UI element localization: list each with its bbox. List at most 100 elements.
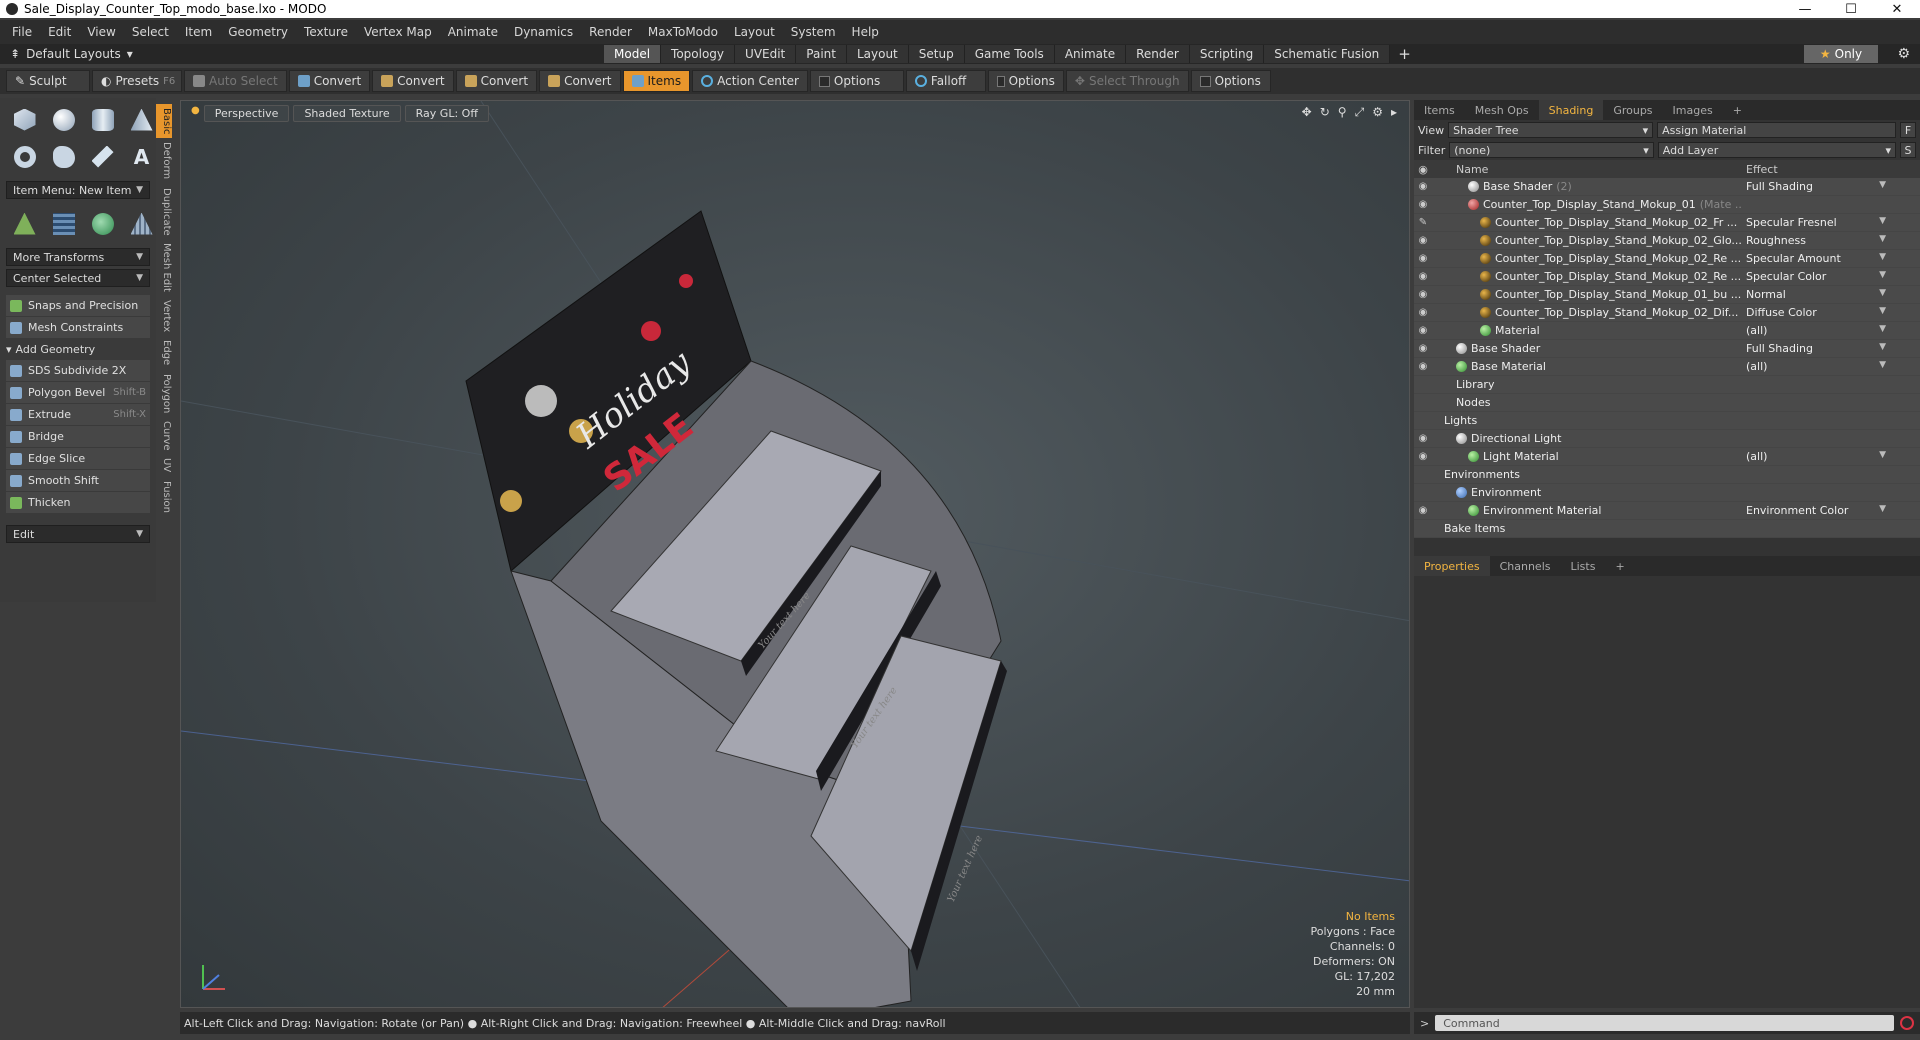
visibility-toggle-icon[interactable]: ◉ bbox=[1414, 325, 1432, 336]
tree-row[interactable]: ◉ Base Shader Full Shading ▼ bbox=[1414, 340, 1920, 358]
tree-row[interactable]: ◉ Counter_Top_Display_Stand_Mokup_01 (Mate… bbox=[1414, 196, 1920, 214]
menu-edit[interactable]: Edit bbox=[40, 25, 79, 39]
sculpt-button[interactable]: ✎ Sculpt bbox=[6, 70, 90, 92]
convert-button-4[interactable]: Convert bbox=[539, 70, 621, 92]
tree-row[interactable]: ◉ Counter_Top_Display_Stand_Mokup_01_bu .… bbox=[1414, 286, 1920, 304]
tree-row-effect[interactable]: Specular Color ▼ bbox=[1742, 270, 1892, 283]
grid-tool[interactable] bbox=[45, 206, 82, 241]
more-transforms-dropdown[interactable]: More Transforms ▼ bbox=[6, 248, 150, 266]
pyramid-tool[interactable] bbox=[123, 206, 160, 241]
capsule-tool[interactable] bbox=[45, 139, 82, 174]
visibility-toggle-icon[interactable]: ✎ bbox=[1414, 217, 1432, 228]
cone-tool[interactable] bbox=[123, 102, 160, 137]
tab-topology[interactable]: Topology bbox=[661, 45, 736, 63]
center-selected-dropdown[interactable]: Center Selected ▼ bbox=[6, 269, 150, 287]
tab-schematic-fusion[interactable]: Schematic Fusion bbox=[1264, 45, 1391, 63]
f-button[interactable]: F bbox=[1900, 122, 1916, 138]
snaps-button[interactable]: Snaps and Precision bbox=[6, 295, 150, 316]
tree-row-effect[interactable]: Diffuse Color ▼ bbox=[1742, 306, 1892, 319]
menu-geometry[interactable]: Geometry bbox=[220, 25, 296, 39]
tree-row[interactable]: ✎ Counter_Top_Display_Stand_Mokup_02_Fr .… bbox=[1414, 214, 1920, 232]
tree-row-effect[interactable]: Full Shading ▼ bbox=[1742, 180, 1892, 193]
zoom-icon[interactable]: ⚲ bbox=[1338, 105, 1347, 120]
items-mode-button[interactable]: Items bbox=[622, 70, 691, 92]
default-layouts-dropdown[interactable]: ⇞ Default Layouts ▾ bbox=[0, 47, 604, 61]
tree-row[interactable]: ◉ Counter_Top_Display_Stand_Mokup_02_Re .… bbox=[1414, 250, 1920, 268]
add-tab-button[interactable]: + bbox=[1723, 100, 1752, 120]
tree-row[interactable]: ◉ Material (all) ▼ bbox=[1414, 322, 1920, 340]
viewport-menu-icon[interactable]: ● bbox=[191, 105, 200, 122]
add-layer-dropdown[interactable]: Add Layer ▾ bbox=[1657, 142, 1896, 158]
tree-row[interactable]: ◉ Directional Light bbox=[1414, 430, 1920, 448]
menu-layout[interactable]: Layout bbox=[726, 25, 783, 39]
tree-row-effect[interactable]: Environment Color ▼ bbox=[1742, 504, 1892, 517]
record-icon[interactable] bbox=[1900, 1016, 1914, 1030]
tree-row-effect[interactable]: Roughness ▼ bbox=[1742, 234, 1892, 247]
menu-select[interactable]: Select bbox=[124, 25, 177, 39]
sphere-tool[interactable] bbox=[45, 102, 82, 137]
visibility-toggle-icon[interactable]: ◉ bbox=[1414, 235, 1432, 246]
convert-button-3[interactable]: Convert bbox=[455, 70, 538, 92]
tree-row[interactable]: ◉ Counter_Top_Display_Stand_Mokup_02_Re .… bbox=[1414, 268, 1920, 286]
select-through-button[interactable]: ✥ Select Through bbox=[1065, 70, 1189, 92]
tree-row-effect[interactable]: Specular Fresnel ▼ bbox=[1742, 216, 1892, 229]
menu-item[interactable]: Item bbox=[177, 25, 220, 39]
tree-row[interactable]: Environment bbox=[1414, 484, 1920, 502]
tree-row[interactable]: ◉ Light Material (all) ▼ bbox=[1414, 448, 1920, 466]
visibility-toggle-icon[interactable]: ◉ bbox=[1414, 361, 1432, 372]
edit-dropdown[interactable]: Edit ▼ bbox=[6, 525, 150, 543]
3d-viewport[interactable]: Holiday SALE Your text here Your text he… bbox=[180, 100, 1410, 1008]
assign-material-button[interactable]: Assign Material bbox=[1657, 122, 1896, 138]
vtab-edge[interactable]: Edge bbox=[156, 336, 172, 369]
tree-row[interactable]: ◉ Counter_Top_Display_Stand_Mokup_02_Glo.… bbox=[1414, 232, 1920, 250]
action-center-button[interactable]: Action Center bbox=[692, 70, 808, 92]
perspective-button[interactable]: Perspective bbox=[203, 105, 290, 122]
rotate-icon[interactable]: ↻ bbox=[1320, 105, 1330, 120]
add-tab-button[interactable]: + bbox=[1390, 45, 1419, 63]
vtab-vertex[interactable]: Vertex bbox=[156, 296, 172, 336]
select-through-options-button[interactable]: Options bbox=[1190, 70, 1271, 92]
play-icon[interactable]: ▸ bbox=[1391, 105, 1397, 120]
menu-view[interactable]: View bbox=[79, 25, 123, 39]
tab-lists[interactable]: Lists bbox=[1561, 556, 1606, 576]
tab-uvedit[interactable]: UVEdit bbox=[735, 45, 797, 63]
visibility-toggle-icon[interactable]: ◉ bbox=[1414, 253, 1432, 264]
visibility-toggle-icon[interactable]: ◉ bbox=[1414, 181, 1432, 192]
vtab-duplicate[interactable]: Duplicate bbox=[156, 184, 172, 240]
tree-row[interactable]: Nodes bbox=[1414, 394, 1920, 412]
action-center-options-button[interactable]: Options bbox=[809, 70, 904, 92]
tree-row-effect[interactable]: Full Shading ▼ bbox=[1742, 342, 1892, 355]
tab-animate[interactable]: Animate bbox=[1054, 45, 1127, 63]
falloff-button[interactable]: Falloff bbox=[905, 70, 986, 92]
visibility-toggle-icon[interactable]: ◉ bbox=[1414, 505, 1432, 516]
vtab-polygon[interactable]: Polygon bbox=[156, 370, 172, 417]
shaded-texture-button[interactable]: Shaded Texture bbox=[293, 105, 401, 122]
globe-tool[interactable] bbox=[84, 206, 121, 241]
name-column-header[interactable]: Name bbox=[1432, 163, 1742, 176]
visibility-toggle-icon[interactable]: ◉ bbox=[1414, 199, 1432, 210]
tab-items[interactable]: Items bbox=[1414, 100, 1465, 120]
menu-help[interactable]: Help bbox=[844, 25, 887, 39]
tab-shading[interactable]: Shading bbox=[1538, 100, 1604, 120]
visibility-toggle-icon[interactable]: ◉ bbox=[1414, 289, 1432, 300]
tree-row[interactable]: ◉ Environment Material Environment Color ▼ bbox=[1414, 502, 1920, 520]
cylinder-tool[interactable] bbox=[84, 102, 121, 137]
vtab-basic[interactable]: Basic bbox=[156, 104, 172, 139]
tab-images[interactable]: Images bbox=[1663, 100, 1723, 120]
edge-slice-button[interactable]: Edge Slice bbox=[6, 448, 150, 469]
tab-render[interactable]: Render bbox=[1126, 45, 1190, 63]
add-geometry-section[interactable]: ▾ Add Geometry bbox=[6, 340, 150, 358]
tab-paint[interactable]: Paint bbox=[796, 45, 847, 63]
tab-groups[interactable]: Groups bbox=[1603, 100, 1662, 120]
tree-row[interactable]: Library bbox=[1414, 376, 1920, 394]
tab-game-tools[interactable]: Game Tools bbox=[964, 45, 1055, 63]
menu-dynamics[interactable]: Dynamics bbox=[506, 25, 581, 39]
tree-row[interactable]: ◉ Base Shader (2) Full Shading ▼ bbox=[1414, 178, 1920, 196]
tab-channels[interactable]: Channels bbox=[1490, 556, 1561, 576]
tab-setup[interactable]: Setup bbox=[908, 45, 965, 63]
visibility-toggle-icon[interactable]: ◉ bbox=[1414, 307, 1432, 318]
tree-row[interactable]: Bake Items bbox=[1414, 520, 1920, 538]
minimize-button[interactable]: — bbox=[1782, 0, 1828, 18]
falloff-options-button[interactable]: Options bbox=[987, 70, 1064, 92]
visibility-toggle-icon[interactable]: ◉ bbox=[1414, 271, 1432, 282]
